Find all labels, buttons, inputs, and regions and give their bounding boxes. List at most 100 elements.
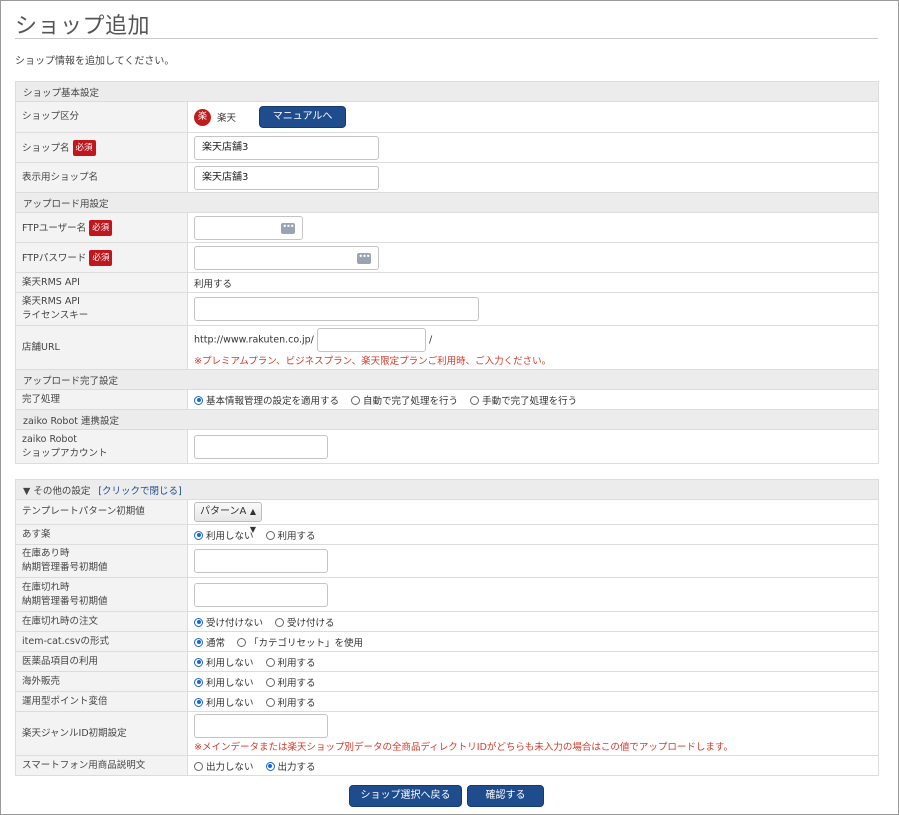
radio-oos-accept[interactable]: 受け付ける <box>275 615 335 629</box>
overseas-label: 海外販売 <box>15 671 188 692</box>
password-manager-icon[interactable]: ••• <box>281 222 295 234</box>
radio-label: 利用する <box>277 530 316 542</box>
shop-url-label: 店舗URL <box>15 325 188 370</box>
asuraku-radios: 利用しない 利用する <box>187 524 879 545</box>
oos-order-label: 在庫切れ時の注文 <box>15 611 188 632</box>
radio-manual-complete[interactable]: 手動で完了処理を行う <box>470 393 577 407</box>
medicine-radios: 利用しない 利用する <box>187 651 879 672</box>
page-title: ショップ追加 <box>15 14 151 39</box>
radio-asuraku-off[interactable]: 利用しない <box>194 528 254 542</box>
radio-selected-icon[interactable] <box>194 697 203 707</box>
oos-order-radios: 受け付けない 受け付ける <box>187 611 879 632</box>
radio-icon[interactable] <box>237 637 247 647</box>
complete-process-radios: 基本情報管理の設定を適用する 自動で完了処理を行う 手動で完了処理を行う <box>187 389 879 410</box>
radio-label: 自動で完了処理を行う <box>363 395 459 407</box>
instock-delivery-input[interactable] <box>194 549 328 573</box>
outofstock-delivery-input[interactable] <box>194 582 328 607</box>
radio-selected-icon[interactable] <box>194 637 203 647</box>
radio-selected-icon[interactable] <box>194 395 203 405</box>
radio-item-cat-categoryset[interactable]: 「カテゴリセット」を使用 <box>237 635 363 649</box>
ftp-password-label: FTPパスワード 必須 <box>15 242 188 273</box>
radio-label: 利用しない <box>206 697 254 709</box>
shop-url-suffix: / <box>428 334 433 346</box>
radio-overseas-off[interactable]: 利用しない <box>194 675 254 689</box>
genre-id-input[interactable] <box>194 714 328 738</box>
radio-label: 利用しない <box>206 530 254 542</box>
radio-label: 受け付ける <box>287 617 335 629</box>
required-badge: 必須 <box>89 219 113 236</box>
radio-icon[interactable] <box>194 761 203 771</box>
points-radios: 利用しない 利用する <box>187 691 879 712</box>
shop-url-input[interactable] <box>316 328 426 352</box>
radio-points-on[interactable]: 利用する <box>265 695 316 709</box>
template-pattern-select[interactable]: パターンA ▲ ▼ <box>194 502 262 534</box>
radio-apply-basic[interactable]: 基本情報管理の設定を適用する <box>194 393 339 407</box>
zaiko-label-line2: ショップアカウント <box>22 447 108 459</box>
radio-medicine-on[interactable]: 利用する <box>265 655 316 669</box>
radio-icon[interactable] <box>265 697 275 707</box>
radio-overseas-on[interactable]: 利用する <box>265 675 316 689</box>
radio-smartphone-off[interactable]: 出力しない <box>194 759 254 773</box>
radio-icon[interactable] <box>351 395 361 405</box>
asuraku-label: あす楽 <box>15 524 188 545</box>
shop-name-label: ショップ名 必須 <box>15 132 188 163</box>
zaiko-account-input[interactable] <box>194 434 328 459</box>
display-name-input[interactable]: 楽天店舗3 <box>194 165 379 190</box>
ftp-password-input[interactable]: ••• <box>194 245 379 270</box>
radio-selected-icon[interactable] <box>194 677 203 687</box>
points-label: 運用型ポイント変倍 <box>15 691 188 712</box>
title-divider <box>15 38 878 39</box>
outofstock-label-line2: 納期管理番号初期値 <box>22 595 108 607</box>
radio-medicine-off[interactable]: 利用しない <box>194 655 254 669</box>
display-name-label: 表示用ショップ名 <box>15 162 188 193</box>
genre-id-label: 楽天ジャンルID初期設定 <box>15 711 188 756</box>
radio-icon[interactable] <box>265 677 275 687</box>
shop-name-input[interactable]: 楽天店舗3 <box>194 135 379 160</box>
ftp-user-input[interactable]: ••• <box>194 215 303 240</box>
confirm-button[interactable]: 確認する <box>467 785 544 807</box>
radio-asuraku-on[interactable]: 利用する <box>265 528 316 542</box>
rms-api-label: 楽天RMS API <box>15 272 188 293</box>
radio-icon[interactable] <box>265 657 275 667</box>
section-upload-complete: アップロード完了設定 <box>15 369 879 390</box>
radio-smartphone-on[interactable]: 出力する <box>265 759 316 773</box>
radio-selected-icon[interactable] <box>194 530 203 540</box>
radio-label: 受け付けない <box>206 617 264 629</box>
radio-label: 利用する <box>277 677 316 689</box>
item-cat-radios: 通常 「カテゴリセット」を使用 <box>187 631 879 652</box>
shop-url-note: ※プレミアムプラン、ビジネスプラン、楽天限定プランご利用時、ご入力ください。 <box>194 356 552 367</box>
back-to-shop-select-button[interactable]: ショップ選択へ戻る <box>349 785 462 807</box>
radio-auto-complete[interactable]: 自動で完了処理を行う <box>351 393 458 407</box>
radio-label: 手動で完了処理を行う <box>482 395 578 407</box>
radio-oos-reject[interactable]: 受け付けない <box>194 615 263 629</box>
radio-points-off[interactable]: 利用しない <box>194 695 254 709</box>
radio-label: 出力する <box>277 761 316 773</box>
radio-selected-icon[interactable] <box>194 617 203 627</box>
instock-label-line2: 納期管理番号初期値 <box>22 562 108 573</box>
radio-selected-icon[interactable] <box>265 761 275 771</box>
zaiko-label-line1: zaiko Robot <box>22 433 77 445</box>
radio-icon[interactable] <box>265 530 275 540</box>
radio-icon[interactable] <box>470 395 480 405</box>
shop-settings-table: ショップ基本設定 ショップ区分 楽 楽天 マニュアルへ ショップ名 必須 楽天店舗… <box>15 81 879 464</box>
smartphone-radios: 出力しない 出力する <box>187 755 879 776</box>
license-key-label-line2: ライセンスキー <box>22 310 89 321</box>
password-manager-icon[interactable]: ••• <box>357 252 371 264</box>
license-key-label: 楽天RMS API ライセンスキー <box>15 292 188 326</box>
collapse-toggle-link[interactable]: [クリックで閉じる] <box>98 486 181 497</box>
license-key-label-line1: 楽天RMS API <box>22 296 80 307</box>
rakuten-icon: 楽 <box>194 108 211 126</box>
radio-item-cat-normal[interactable]: 通常 <box>194 635 225 649</box>
manual-button[interactable]: マニュアルへ <box>259 106 347 128</box>
radio-selected-icon[interactable] <box>194 657 203 667</box>
radio-icon[interactable] <box>275 617 285 627</box>
complete-process-label: 完了処理 <box>15 389 188 410</box>
license-key-input[interactable] <box>194 297 479 321</box>
template-pattern-value: パターンA <box>200 506 247 517</box>
outofstock-label-line1: 在庫切れ時 <box>22 581 70 593</box>
radio-label: 出力しない <box>206 761 254 773</box>
instock-label: 在庫あり時 納期管理番号初期値 <box>15 544 188 578</box>
instock-label-line1: 在庫あり時 <box>22 548 70 559</box>
other-settings-title[interactable]: ▼ その他の設定 <box>23 486 90 497</box>
rms-api-value: 利用する <box>187 272 879 293</box>
